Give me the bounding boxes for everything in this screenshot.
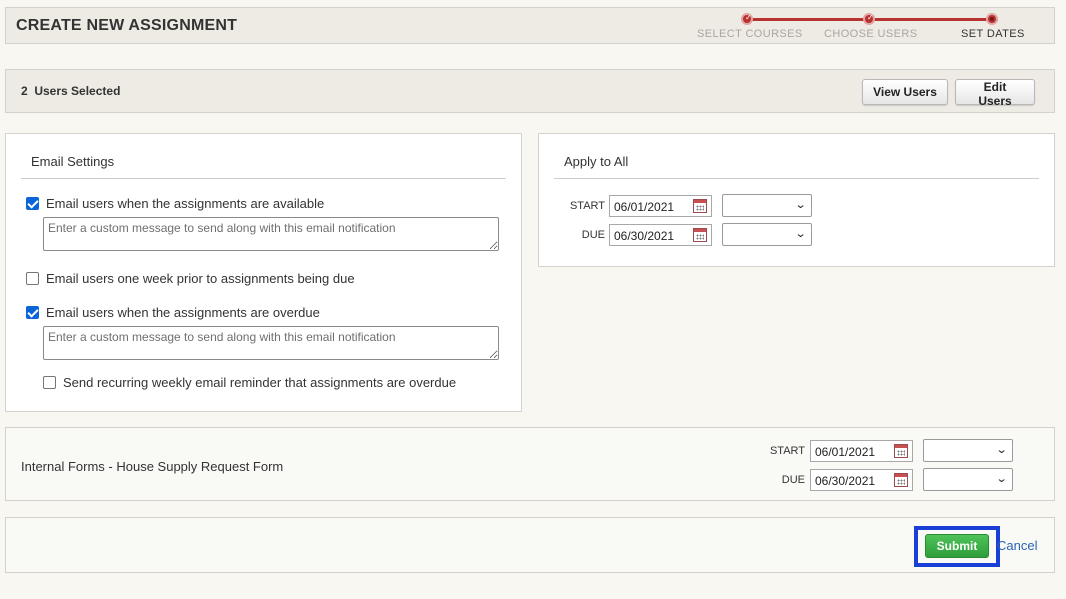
form-due-date-input[interactable]: 06/30/2021 [810,469,913,491]
step-select-courses: SELECT COURSES [697,28,803,40]
email-overdue-checkbox[interactable] [26,306,39,319]
recurring-reminder-checkbox[interactable] [43,376,56,389]
chevron-down-icon: ⌄ [995,473,1008,485]
users-selected-count: 2 Users Selected [21,84,121,98]
submit-focus-ring: Submit [914,526,1000,567]
date-value: 06/01/2021 [815,445,876,459]
apply-to-all-panel: Apply to All START 06/01/2021 ⌄ DUE 06/3… [538,133,1055,267]
email-week-prior-option[interactable]: Email users one week prior to assignment… [26,271,355,286]
step-complete-check-icon: ✓ [741,13,753,25]
apply-to-all-title: Apply to All [564,154,629,169]
due-label: DUE [581,229,605,241]
step-set-dates: SET DATES [961,28,1025,40]
email-settings-panel: Email Settings Email users when the assi… [5,133,522,412]
edit-users-button[interactable]: Edit Users [955,79,1035,108]
date-value: 06/01/2021 [614,200,675,214]
apply-due-date-input[interactable]: 06/30/2021 [609,224,712,246]
form-start-date-input[interactable]: 06/01/2021 [810,440,913,462]
email-available-option[interactable]: Email users when the assignments are ava… [26,196,324,211]
checkbox-label: Email users one week prior to assignment… [46,271,355,286]
calendar-icon[interactable] [894,473,908,487]
checkbox-label: Send recurring weekly email reminder tha… [63,375,457,390]
email-available-checkbox[interactable] [26,197,39,210]
start-label: START [569,200,605,212]
email-settings-title: Email Settings [31,154,115,169]
chevron-down-icon: ⌄ [794,199,807,211]
calendar-icon[interactable] [894,444,908,458]
email-week-prior-checkbox[interactable] [26,272,39,285]
page-header: CREATE NEW ASSIGNMENT ✓ ✓ SELECT COURSES… [5,7,1055,44]
action-bar: Submit Cancel [5,517,1055,573]
form-due-time-select[interactable]: ⌄ [923,468,1013,491]
apply-due-time-select[interactable]: ⌄ [722,223,812,246]
users-selected-bar: 2 Users Selected View Users Edit Users [5,69,1055,113]
apply-start-time-select[interactable]: ⌄ [722,194,812,217]
cancel-link[interactable]: Cancel [997,538,1037,553]
date-value: 06/30/2021 [815,474,876,488]
date-value: 06/30/2021 [614,229,675,243]
section-divider [554,178,1039,179]
form-start-time-select[interactable]: ⌄ [923,439,1013,462]
calendar-icon[interactable] [693,199,707,213]
view-users-button[interactable]: View Users [862,79,948,105]
submit-button[interactable]: Submit [925,534,989,558]
recurring-reminder-option[interactable]: Send recurring weekly email reminder tha… [43,375,456,390]
step-complete-check-icon: ✓ [863,13,875,25]
wizard-progress: ✓ ✓ SELECT COURSES CHOOSE USERS SET DATE… [6,8,1054,43]
assignment-form-row: Internal Forms - House Supply Request Fo… [5,427,1055,501]
chevron-down-icon: ⌄ [794,228,807,240]
email-overdue-option[interactable]: Email users when the assignments are ove… [26,305,320,320]
chevron-down-icon: ⌄ [995,444,1008,456]
section-divider [21,178,506,179]
form-name: Internal Forms - House Supply Request Fo… [21,459,284,474]
apply-start-date-input[interactable]: 06/01/2021 [609,195,712,217]
due-label: DUE [781,474,805,486]
available-message-input[interactable] [43,217,499,251]
checkbox-label: Email users when the assignments are ava… [46,196,325,211]
checkbox-label: Email users when the assignments are ove… [46,305,320,320]
overdue-message-input[interactable] [43,326,499,360]
start-label: START [769,445,805,457]
calendar-icon[interactable] [693,228,707,242]
step-choose-users: CHOOSE USERS [824,28,918,40]
step-active-dot-icon [986,13,998,25]
